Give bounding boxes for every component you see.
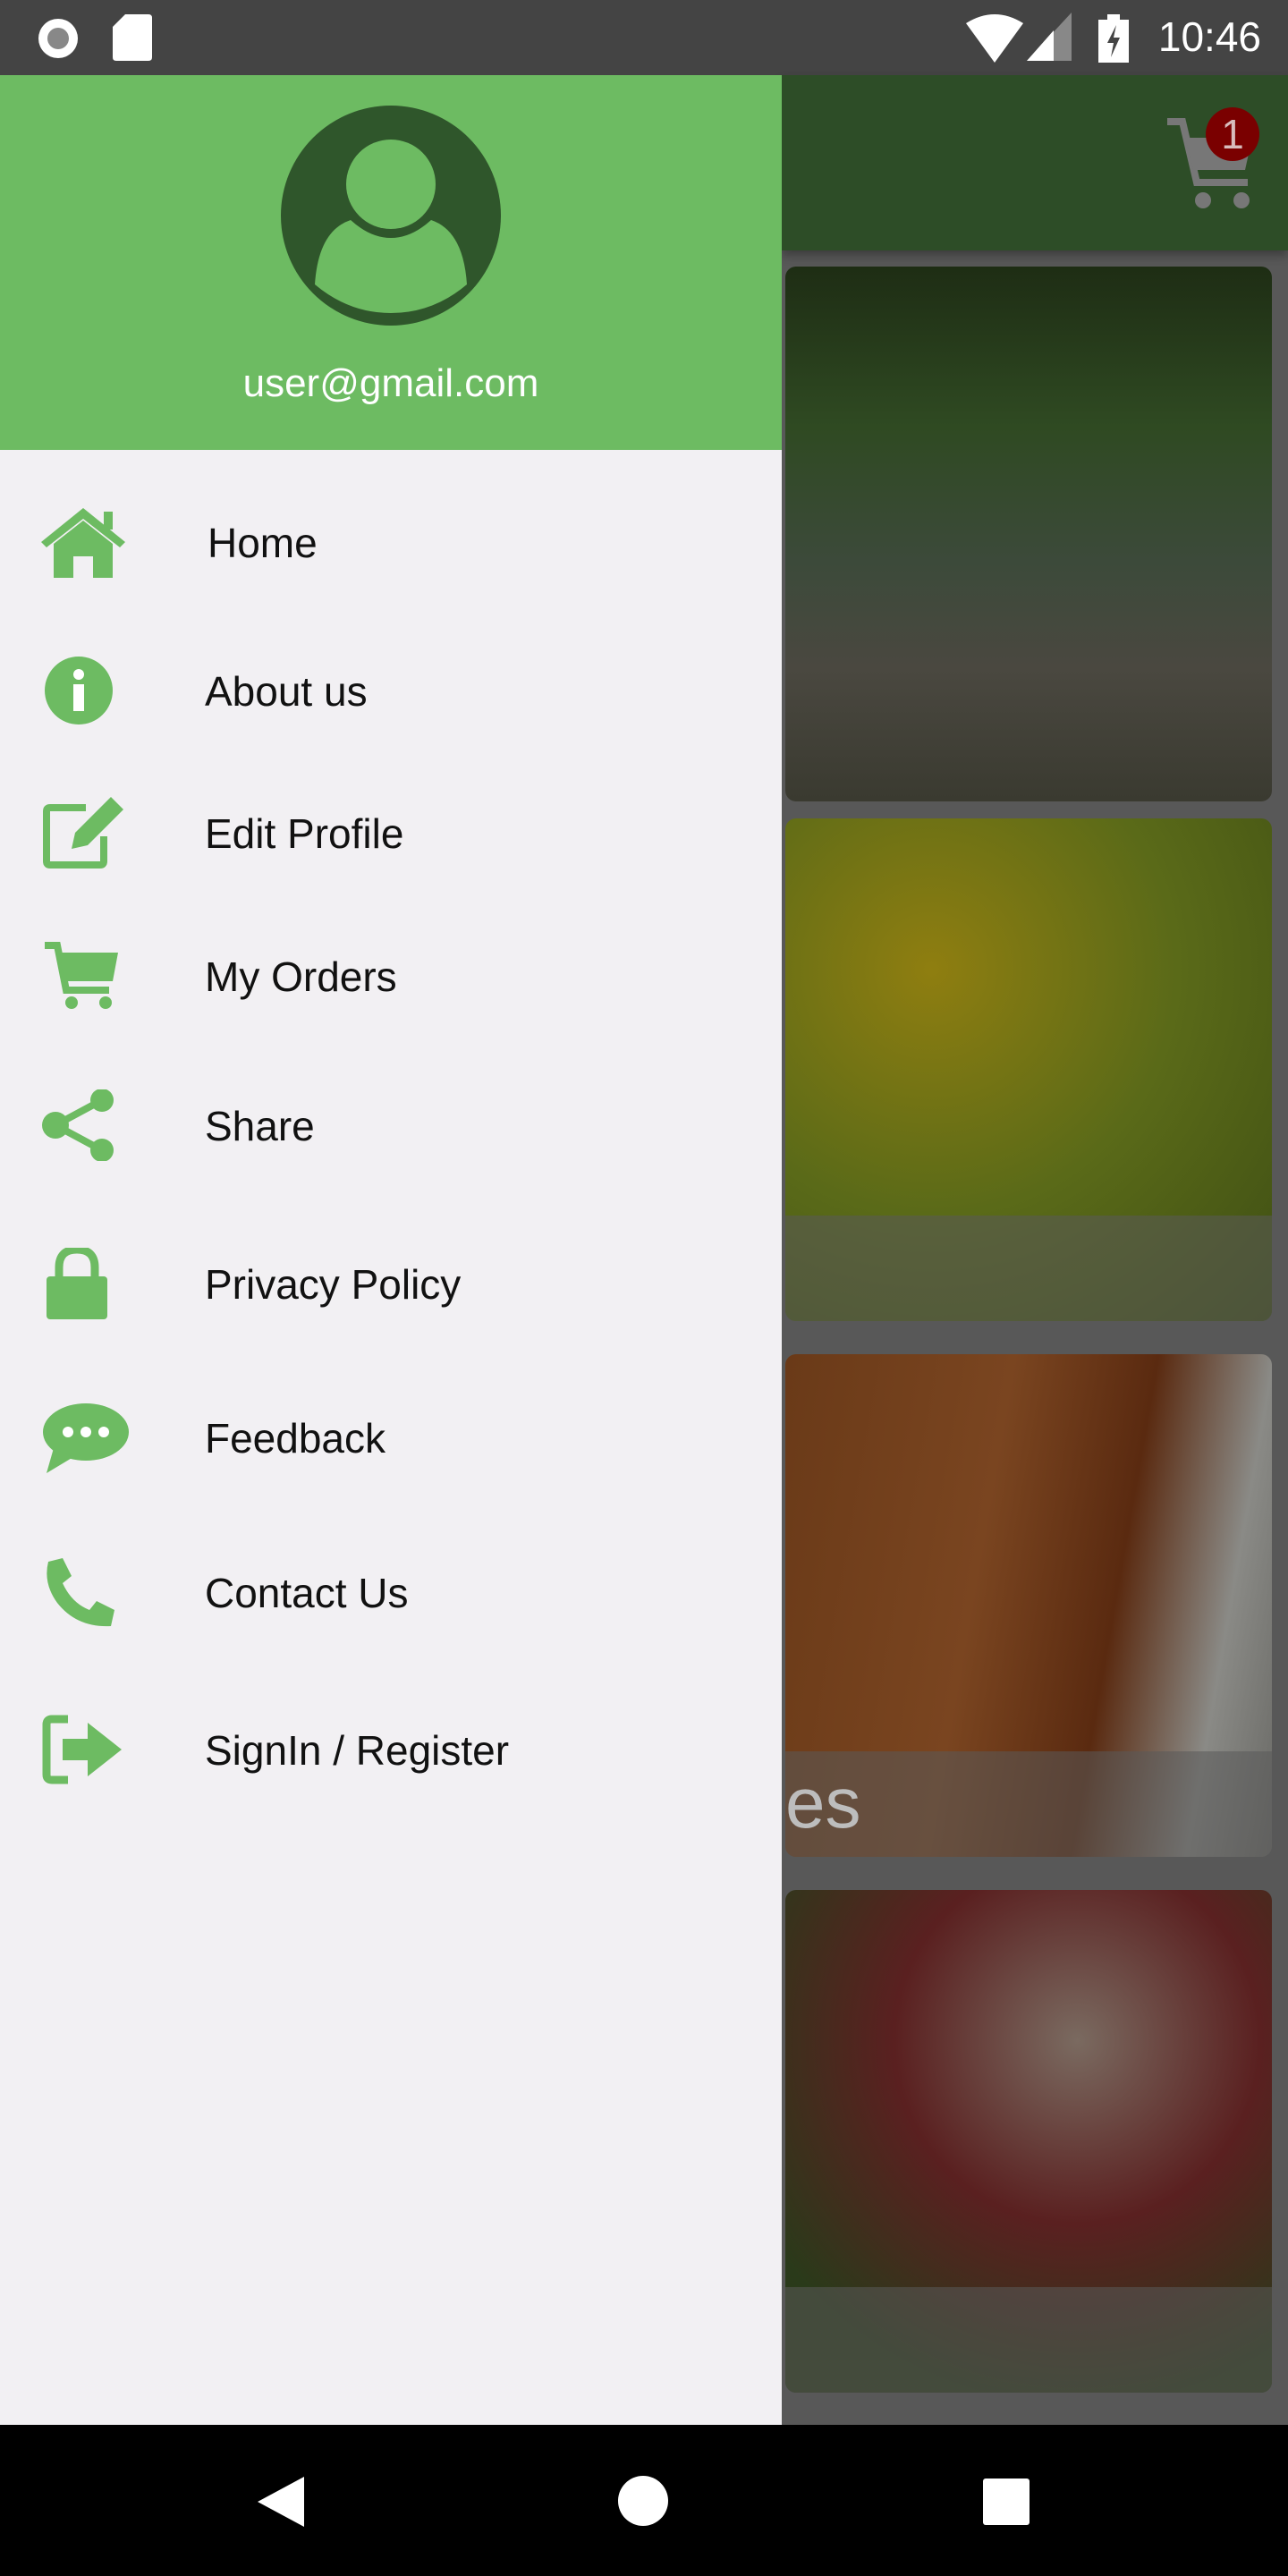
clock: 10:46 (1157, 13, 1261, 60)
category-card[interactable] (785, 818, 1272, 1321)
recents-icon[interactable] (983, 2479, 1030, 2525)
drawer-item-contact-us[interactable]: Contact Us (0, 1525, 782, 1659)
drawer-item-home[interactable]: Home (0, 475, 782, 609)
record-icon (38, 19, 78, 58)
home-icon (41, 508, 125, 578)
drawer-item-about-us[interactable]: About us (0, 623, 782, 758)
drawer-item-feedback[interactable]: Feedback (0, 1370, 782, 1504)
category-card[interactable]: es (785, 1354, 1272, 1857)
drawer-item-my-orders[interactable]: My Orders (0, 909, 782, 1043)
category-card[interactable] (785, 1890, 1272, 2393)
drawer-header: user@gmail.com (0, 75, 782, 450)
system-nav-bar (0, 2425, 1288, 2576)
sd-card-icon (113, 14, 152, 61)
home-icon[interactable] (617, 2475, 669, 2527)
battery-charging-icon (1098, 14, 1129, 63)
info-icon (45, 657, 113, 724)
drawer-item-privacy-policy[interactable]: Privacy Policy (0, 1216, 782, 1351)
cart-badge: 1 (1206, 107, 1259, 161)
phone-icon (47, 1558, 115, 1627)
edit-icon (43, 797, 123, 869)
card-caption-strip (785, 1216, 1272, 1321)
back-icon[interactable] (258, 2477, 304, 2527)
share-icon (42, 1089, 114, 1161)
drawer-item-edit-profile[interactable]: Edit Profile (0, 766, 782, 900)
chat-icon (43, 1403, 129, 1473)
drawer-item-signin-register[interactable]: SignIn / Register (0, 1682, 782, 1817)
category-card[interactable] (785, 267, 1272, 801)
user-email: user@gmail.com (242, 361, 539, 405)
navigation-drawer: user@gmail.com Home About us Edit Profil… (0, 75, 782, 2425)
account-circle-icon (281, 106, 501, 326)
cart-icon (45, 942, 118, 1009)
app-bar: 1 (782, 75, 1288, 250)
wifi-icon (966, 14, 1023, 63)
signal-icon (1027, 13, 1072, 61)
card-caption-strip (785, 2287, 1272, 2393)
lock-icon (47, 1248, 107, 1319)
drawer-item-share[interactable]: Share (0, 1058, 782, 1192)
card-label: es (785, 1763, 861, 1843)
sign-in-icon (42, 1715, 122, 1784)
status-bar: 10:46 (0, 0, 1288, 75)
